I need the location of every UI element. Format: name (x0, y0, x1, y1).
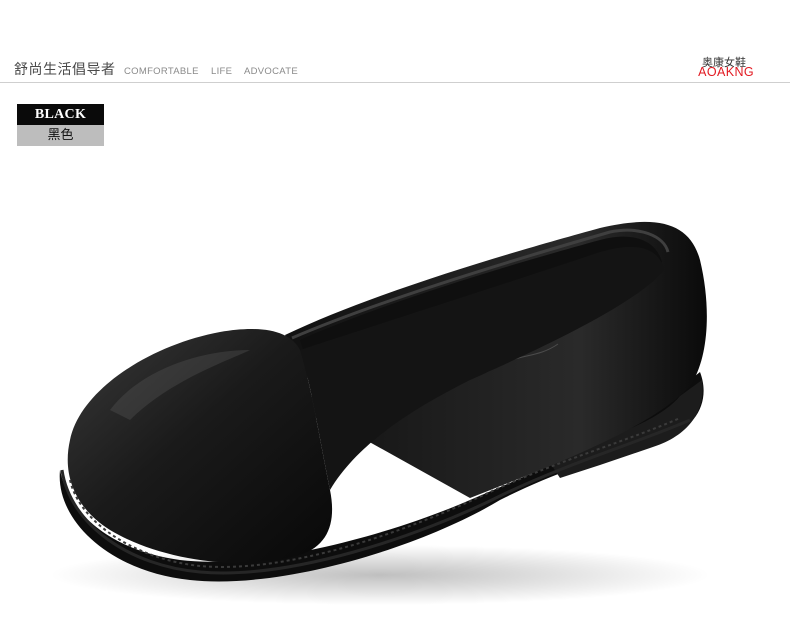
product-photo (0, 84, 790, 639)
slogan-word-life: LIFE (211, 66, 233, 77)
slogan-word-comfortable: COMFORTABLE (124, 66, 199, 77)
slogan-word-advocate: ADVOCATE (244, 66, 298, 77)
slogan-chinese: 舒尚生活倡导者 (14, 62, 116, 78)
brand-name-english: AOAKNG (698, 65, 754, 79)
header-divider (0, 82, 790, 83)
page-header: 舒尚生活倡导者 COMFORTABLE LIFE ADVOCATE 奥康女鞋 A… (0, 0, 790, 84)
black-leather-loafer-image (50, 221, 710, 605)
